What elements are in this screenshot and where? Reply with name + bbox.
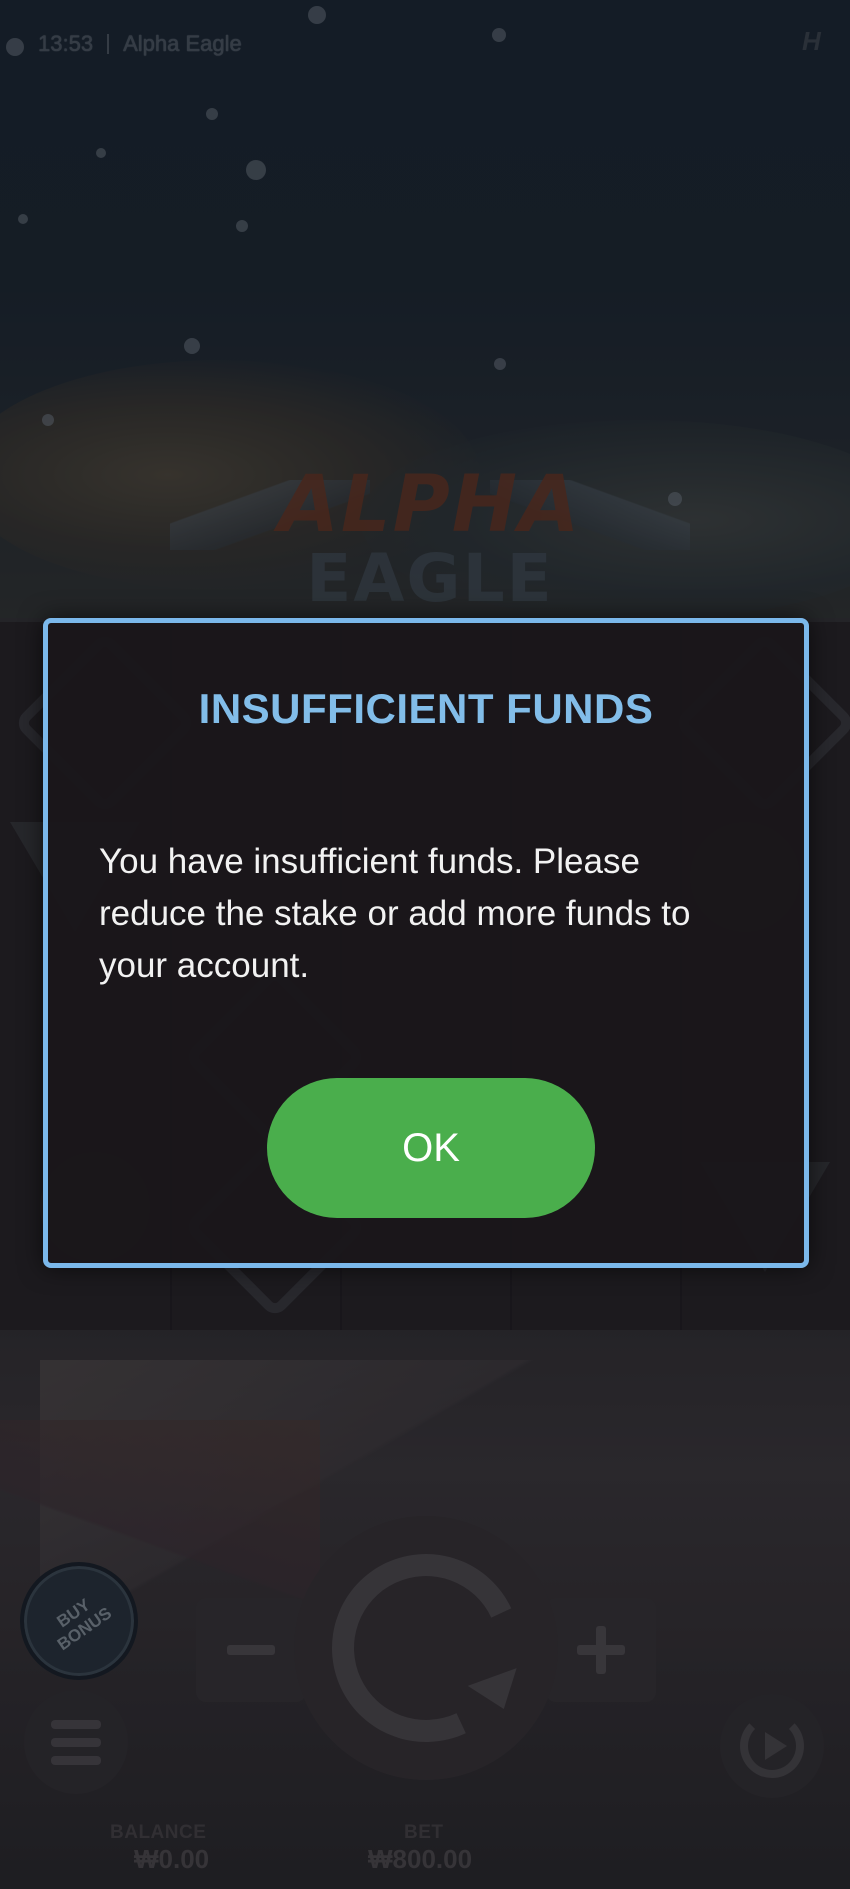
clock-text: 13:53: [38, 31, 94, 56]
dialog-title: INSUFFICIENT FUNDS: [198, 685, 654, 732]
provider-logo-icon: H: [802, 26, 821, 56]
ok-button[interactable]: OK: [267, 1078, 595, 1218]
insufficient-funds-dialog: INSUFFICIENT FUNDS You have insufficient…: [43, 618, 809, 1268]
title-separator: [107, 34, 110, 54]
dialog-message: You have insufficient funds. Please redu…: [99, 842, 691, 985]
title-bar: 13:53 Alpha Eagle: [38, 26, 242, 62]
game-title: Alpha Eagle: [123, 31, 242, 56]
